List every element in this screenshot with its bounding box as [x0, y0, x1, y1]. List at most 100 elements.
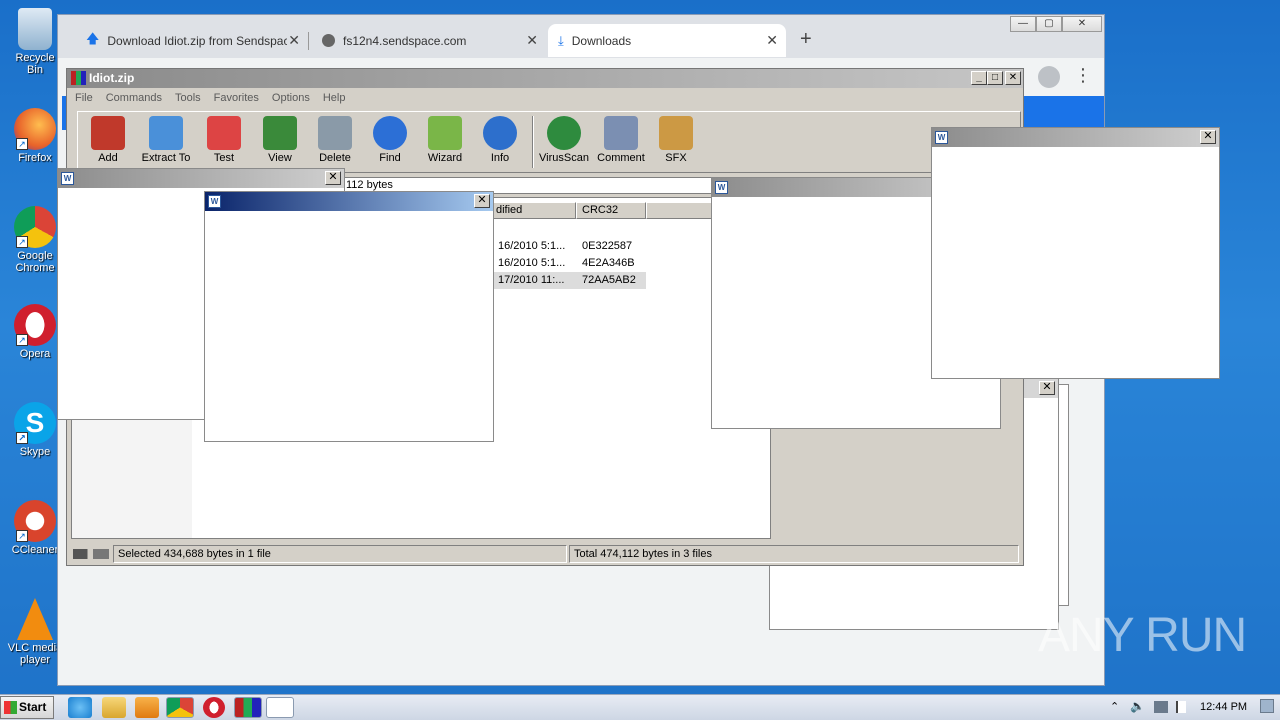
menu-options[interactable]: Options — [272, 92, 310, 104]
system-tray: ⌃ 🔈 12:44 PM — [1104, 695, 1280, 720]
ie-icon[interactable] — [68, 697, 92, 718]
shortcut-arrow-icon: ↗ — [16, 236, 28, 248]
close-icon[interactable]: ✕ — [1039, 381, 1055, 395]
table-row[interactable]: 16/2010 5:1... 4E2A346B — [492, 255, 646, 272]
delete-button[interactable]: Delete — [307, 116, 363, 164]
popup-edge — [1058, 384, 1069, 606]
status-total: Total 474,112 bytes in 3 files — [569, 545, 1019, 563]
opera-taskbar-icon[interactable] — [203, 697, 225, 718]
chrome-icon: ↗ — [14, 206, 56, 248]
winrar-taskbar-icon[interactable] — [234, 697, 262, 718]
shortcut-arrow-icon: ↗ — [16, 334, 28, 346]
close-icon[interactable]: ✕ — [288, 32, 300, 49]
wizard-button[interactable]: Wizard — [417, 116, 473, 164]
clipboard-check-icon — [207, 116, 241, 150]
upload-arrow-icon: 🡅 — [86, 30, 100, 46]
start-button[interactable]: Start — [0, 696, 54, 719]
toolbar-label: View — [268, 152, 292, 164]
table-row[interactable]: 16/2010 5:1... 0E322587 — [492, 238, 646, 255]
column-header-modified[interactable]: dified — [492, 202, 576, 219]
desktop-icon-chrome[interactable]: ↗ Google Chrome — [6, 206, 64, 274]
desktop-icon-vlc[interactable]: VLC media player — [6, 598, 64, 666]
word-taskbar-icon[interactable] — [266, 697, 294, 718]
winrar-menubar: File Commands Tools Favorites Options He… — [67, 88, 1023, 108]
desktop-icon-recycle-bin[interactable]: Recycle Bin — [6, 8, 64, 76]
desktop-icon-firefox[interactable]: ↗ Firefox — [6, 108, 64, 164]
show-desktop-button[interactable] — [1260, 699, 1274, 713]
toolbar-label: Add — [98, 152, 118, 164]
blank-popup-window-active[interactable]: W ✕ — [204, 191, 494, 442]
close-icon[interactable]: ✕ — [526, 32, 538, 49]
add-button[interactable]: Add — [80, 116, 136, 164]
word-doc-icon: W — [61, 172, 74, 185]
sfx-button[interactable]: SFX — [648, 116, 704, 164]
magnifier-icon — [373, 116, 407, 150]
blank-popup-window[interactable]: W ✕ — [931, 127, 1220, 379]
profile-avatar[interactable] — [1038, 66, 1060, 88]
new-tab-button[interactable]: + — [800, 28, 812, 51]
cell-modified: 16/2010 5:1... — [498, 240, 566, 252]
volume-icon[interactable]: 🔈 — [1130, 699, 1145, 713]
menu-file[interactable]: File — [75, 92, 93, 104]
desktop-icon-label: VLC media player — [7, 642, 63, 666]
media-player-icon[interactable] — [135, 697, 159, 718]
tab-fs12n4[interactable]: fs12n4.sendspace.com ✕ — [312, 24, 546, 57]
status-selected: Selected 434,688 bytes in 1 file — [113, 545, 567, 563]
test-button[interactable]: Test — [196, 116, 252, 164]
word-doc-icon: W — [715, 181, 728, 194]
globe-icon — [322, 34, 335, 47]
tab-downloads[interactable]: ⤓ Downloads ✕ — [548, 24, 786, 57]
column-header-crc32[interactable]: CRC32 — [576, 202, 646, 219]
column-header-blank — [646, 202, 716, 219]
menu-help[interactable]: Help — [323, 92, 346, 104]
menu-favorites[interactable]: Favorites — [214, 92, 259, 104]
extract-to-button[interactable]: Extract To — [138, 116, 194, 164]
close-icon[interactable]: ✕ — [1200, 130, 1216, 144]
close-icon[interactable]: ✕ — [325, 171, 341, 185]
clock[interactable]: 12:44 PM — [1200, 701, 1247, 713]
desktop-icon-label: Google Chrome — [15, 250, 55, 274]
toolbar-label: Test — [213, 152, 235, 164]
minimize-button[interactable]: — — [1010, 16, 1036, 32]
tab-sendspace-download[interactable]: 🡅 Download Idiot.zip from Sendspace.c ✕ — [76, 24, 308, 57]
close-button[interactable]: ✕ — [1062, 16, 1102, 32]
firefox-icon: ↗ — [14, 108, 56, 150]
comment-button[interactable]: Comment — [593, 116, 649, 164]
close-button[interactable]: ✕ — [1005, 71, 1021, 85]
word-doc-icon: W — [208, 195, 221, 208]
find-button[interactable]: Find — [362, 116, 418, 164]
cell-crc32: 0E322587 — [582, 240, 633, 252]
shortcut-arrow-icon: ↗ — [16, 138, 28, 150]
explorer-folder-icon[interactable] — [102, 697, 126, 718]
recycle-bin-icon — [18, 8, 52, 50]
menu-tools[interactable]: Tools — [175, 92, 201, 104]
desktop-icon-skype[interactable]: S ↗ Skype — [6, 402, 64, 458]
download-icon: ⤓ — [558, 32, 564, 48]
menu-commands[interactable]: Commands — [106, 92, 162, 104]
winrar-toolbar: Add Extract To Test View Delete Find Wiz… — [77, 111, 1021, 173]
tray-expand-icon[interactable]: ⌃ — [1110, 700, 1119, 713]
info-button[interactable]: Info — [472, 116, 528, 164]
table-row-selected[interactable]: 17/2010 11:... 72AA5AB2 — [492, 272, 646, 289]
chrome-taskbar-icon[interactable] — [166, 697, 194, 718]
maximize-button[interactable]: □ — [987, 71, 1003, 85]
action-center-flag-icon[interactable] — [1176, 701, 1186, 713]
toolbar-label: Find — [379, 152, 401, 164]
maximize-button[interactable]: ▢ — [1036, 16, 1062, 32]
add-archive-icon — [91, 116, 125, 150]
trash-icon — [318, 116, 352, 150]
close-icon[interactable]: ✕ — [474, 194, 490, 208]
desktop-icon-ccleaner[interactable]: ↗ CCleaner — [6, 500, 64, 556]
network-icon[interactable] — [1154, 701, 1168, 713]
shortcut-arrow-icon: ↗ — [16, 530, 28, 542]
toolbar-label: Extract To — [141, 152, 191, 164]
virusscan-button[interactable]: VirusScan — [536, 116, 592, 164]
minimize-button[interactable]: _ — [971, 71, 987, 85]
winrar-logo-icon — [71, 71, 86, 85]
cell-modified: 16/2010 5:1... — [498, 257, 566, 269]
chrome-menu-button[interactable]: ⋮ — [1074, 65, 1092, 86]
desktop-icon-opera[interactable]: ↗ Opera — [6, 304, 64, 360]
taskbar: Start ⌃ 🔈 12:44 PM — [0, 694, 1280, 720]
view-button[interactable]: View — [252, 116, 308, 164]
close-icon[interactable]: ✕ — [766, 32, 778, 49]
